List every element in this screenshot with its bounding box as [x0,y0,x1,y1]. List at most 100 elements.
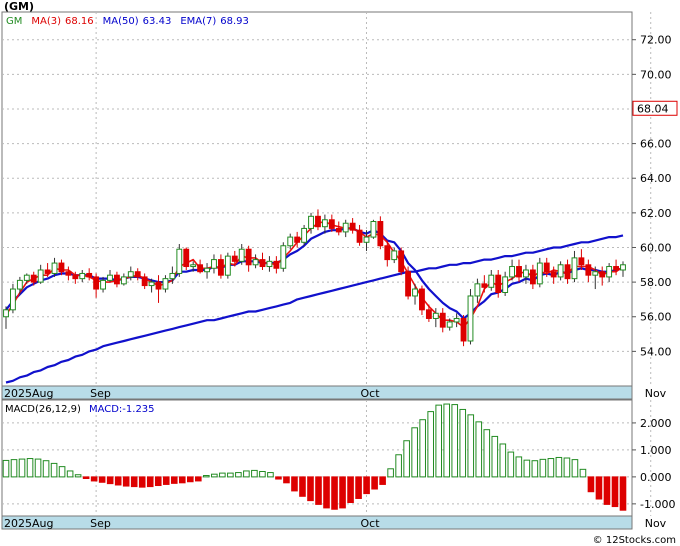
candle-down [141,276,148,287]
candle-down [543,262,550,273]
macd-bar-negative [587,476,595,493]
candle-down [425,309,432,319]
legend-item-value: 68.93 [220,16,249,27]
legend-item-label: EMA(7) [180,16,216,27]
macd-bar-negative [106,476,114,485]
macd-bar-negative [307,476,314,502]
candle-up [107,274,113,281]
candle-up [51,262,58,274]
y-tick-label: 60.00 [640,241,672,254]
candle-up [523,269,529,278]
macd-y-tick-label: 0.000 [640,471,672,484]
macd-bar-positive [475,421,483,478]
macd-bar-positive [18,458,26,478]
candle-up [620,264,626,271]
macd-bar-positive [459,408,467,478]
macd-bar-positive [539,458,547,478]
candle-up [169,272,176,280]
macd-bar-negative [611,476,619,508]
legend-item-value: 63.43 [143,16,172,27]
candle-down [93,276,100,290]
macd-bar-negative [339,476,346,509]
candle-up [16,279,23,290]
macd-bar-positive [499,443,507,478]
candle-down [231,255,238,262]
candle-up [120,276,127,285]
macd-bar-negative [90,476,98,482]
macd-bar-positive [411,427,418,478]
candle-down [86,272,93,278]
macd-bar-negative [371,476,378,490]
candle-up [280,245,287,269]
candle-down [578,257,585,266]
candle-down [550,271,557,278]
macd-bar-positive [435,404,443,478]
macd-bar-negative [195,476,202,482]
macd-bar-positive [443,403,451,478]
macd-bar-positive [251,469,258,478]
candle-down [481,283,488,288]
candle-down [134,271,141,278]
candle-down [273,260,280,269]
macd-bar-negative [82,476,90,480]
candle-up [287,236,294,247]
macd-bar-positive [451,404,459,478]
candle-down [197,264,204,273]
candle-down [335,227,342,233]
candle-up [488,274,495,288]
candle-down [419,288,425,311]
candle-up [23,274,30,281]
macd-bar-positive [419,419,426,478]
candle-up [79,272,86,280]
macd-bar-negative [347,476,354,504]
candle-up [321,219,328,228]
candle-down [529,269,536,285]
macd-bar-negative [619,476,627,511]
candle-down [315,215,321,228]
candle-up [211,259,217,269]
candle-down [613,266,619,271]
macd-bar-positive [243,470,250,478]
macd-bar-positive [66,470,74,478]
y-tick-label: 66.00 [640,138,672,151]
macd-bar-negative [154,476,162,487]
y-tick-label: 70.00 [640,68,672,81]
candle-up [370,221,377,238]
candle-up [308,215,314,229]
candle-up [474,283,481,297]
macd-bar-negative [323,476,330,509]
candle-up [204,267,210,273]
candle-down [599,271,606,278]
candle-down [439,312,446,328]
price-panel: 2025Aug Sep Oct Nov 54.00 56.00 58.00 60.00 62.0… [1,11,678,400]
candle-up [432,312,439,319]
macd-bar-negative [98,476,106,483]
candle-down [183,248,190,268]
candle-up [557,264,564,278]
candle-down [294,236,301,243]
macd-bar-negative [186,476,194,483]
x-tick-label: Sep [90,517,111,530]
macd-panel: 2025Aug Sep Oct Nov 2.000 1.000 0.000 -1.000 [1,399,675,530]
candle-up [224,255,231,276]
legend-item-label: MA(50) [103,16,139,27]
macd-bar-positive [219,472,226,478]
candle-down [516,266,522,278]
x-tick-label: 2025Aug [4,517,53,530]
y-tick-label: 62.00 [640,207,672,220]
macd-bar-positive [507,451,515,478]
candle-down [259,259,266,268]
macd-bar-positive [227,472,234,478]
macd-bar-positive [74,474,82,478]
candle-up [446,321,453,328]
macd-bar-positive [427,411,434,478]
x-tick-label: Oct [360,517,380,530]
last-price-label: 68.04 [637,102,669,115]
macd-bar-positive [515,456,523,478]
candle-up [509,266,516,278]
candle-up [342,222,349,233]
macd-bar-negative [114,476,122,486]
macd-bar-negative [275,476,282,480]
candle-down [245,248,252,266]
macd-legend-label: MACD(26,12,9) [5,404,81,415]
